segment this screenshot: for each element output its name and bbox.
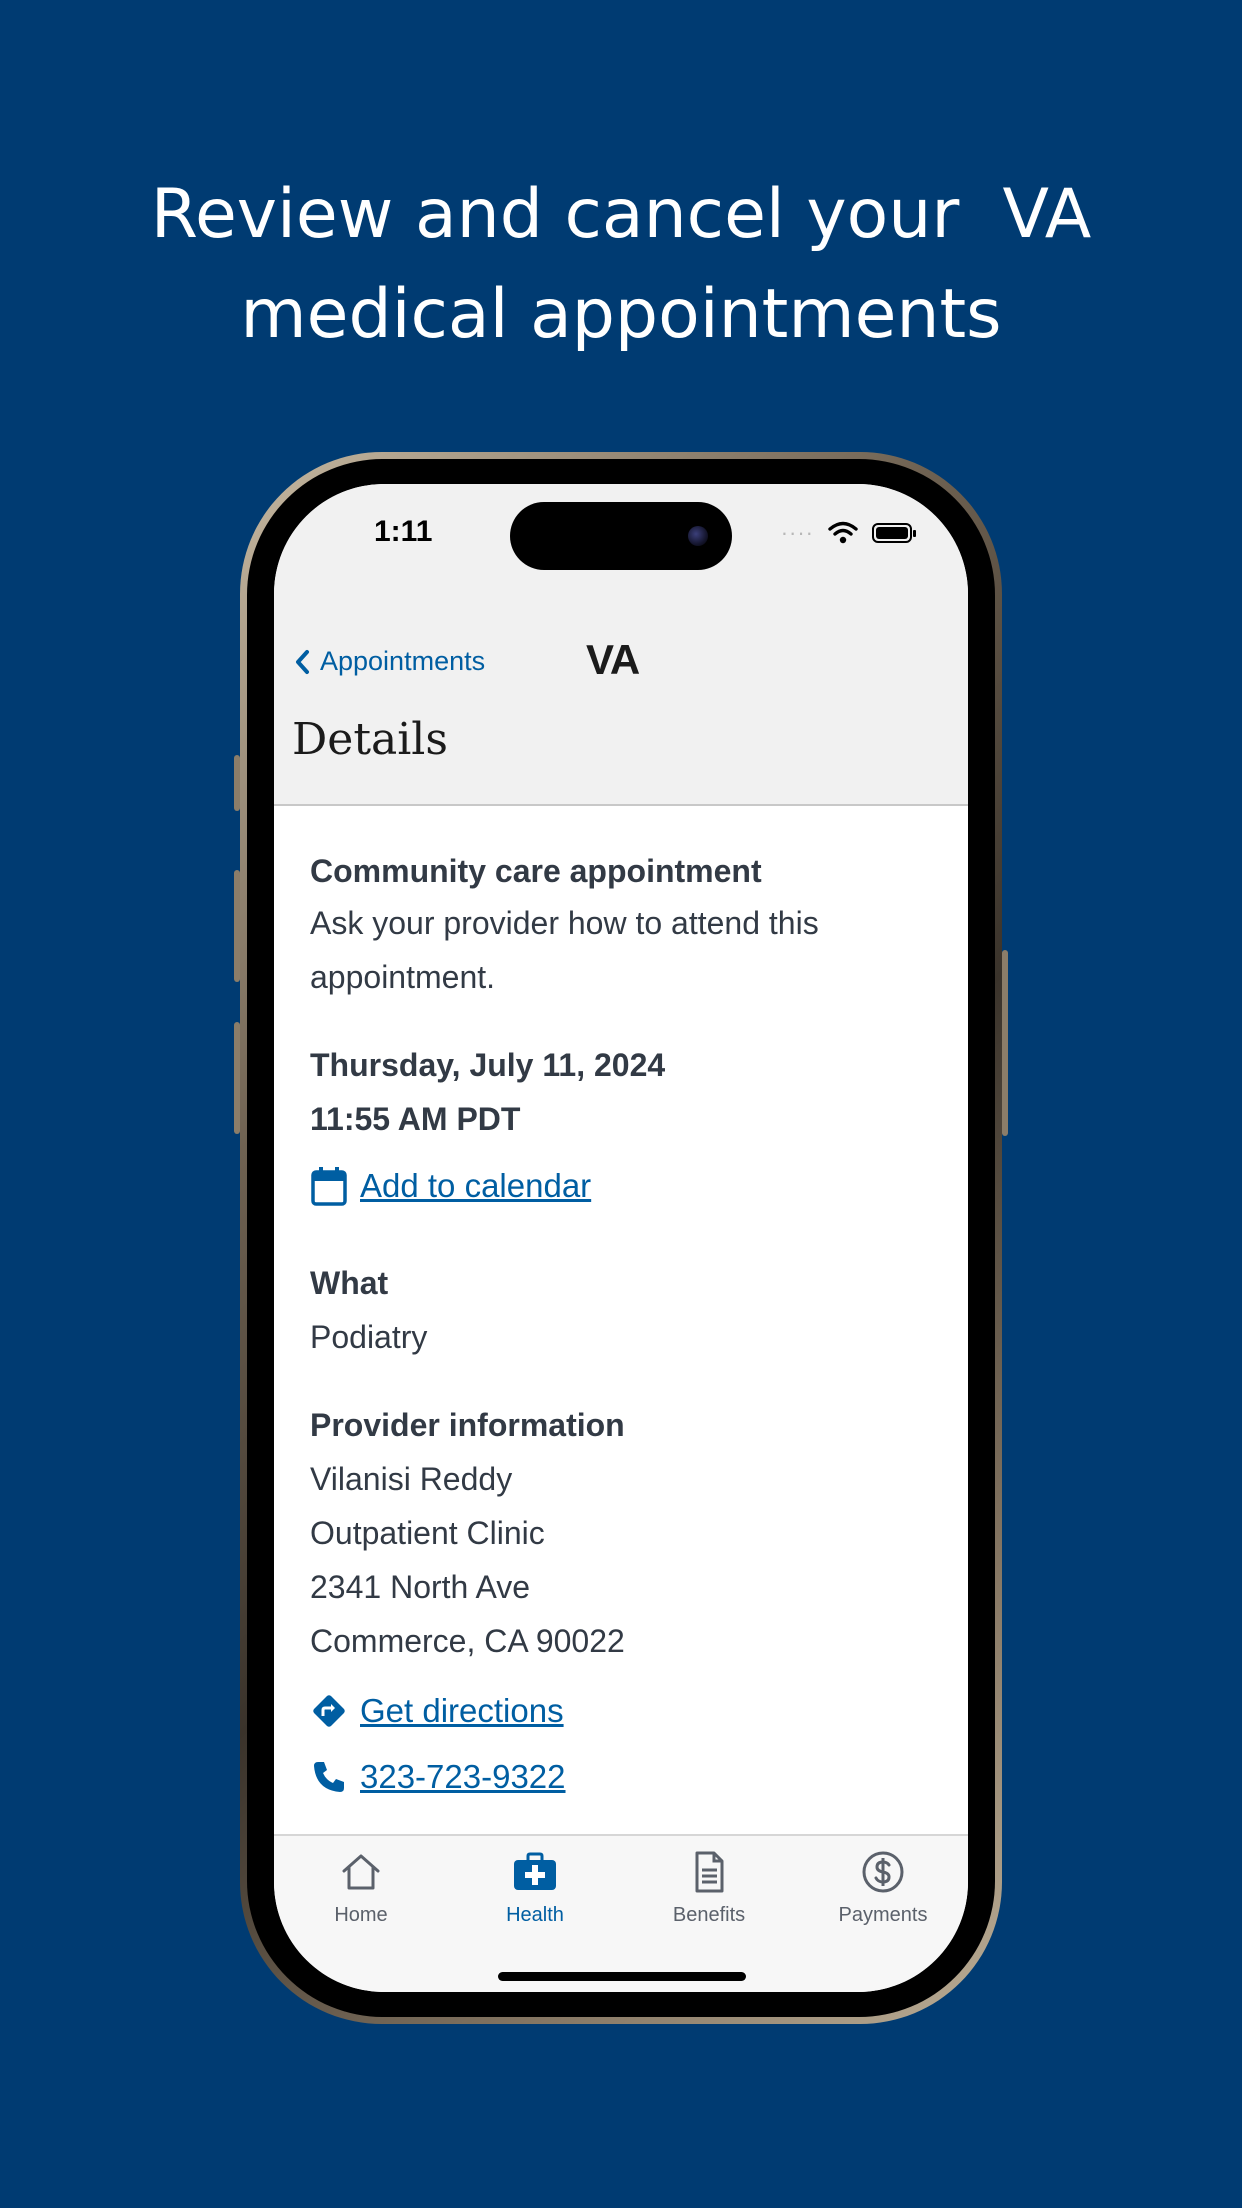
promo-headline-line-1: Review and cancel your VA xyxy=(150,175,1092,254)
provider-city: Commerce, CA 90022 xyxy=(310,1623,625,1659)
appointment-type-note-line-2: appointment. xyxy=(310,959,496,995)
tab-health[interactable]: Health xyxy=(475,1850,595,1927)
tab-benefits-label: Benefits xyxy=(672,1904,746,1926)
add-to-calendar-link[interactable]: Add to calendar xyxy=(310,1166,930,1206)
appointment-type-note-line-1: Ask your provider how to attend this xyxy=(310,905,819,941)
power-button xyxy=(1002,950,1008,1136)
tab-health-label: Health xyxy=(506,1904,564,1926)
tab-home-label: Home xyxy=(334,1904,388,1926)
tab-payments[interactable]: Payments xyxy=(823,1850,943,1927)
wifi-icon xyxy=(828,521,858,544)
get-directions-label: Get directions xyxy=(360,1692,564,1729)
page-title: Details xyxy=(292,714,448,765)
appointment-type-heading: Community care appointment xyxy=(310,853,762,889)
home-indicator[interactable] xyxy=(498,1972,746,1981)
add-to-calendar-label: Add to calendar xyxy=(360,1167,592,1204)
provider-facility: Outpatient Clinic xyxy=(310,1515,545,1551)
tab-payments-label: Payments xyxy=(838,1904,928,1926)
appointment-date: Thursday, July 11, 2024 xyxy=(310,1047,666,1083)
phone-screen: Appointments VA Details 1:11 ···· Commun… xyxy=(274,484,968,1992)
medical-kit-icon xyxy=(514,1852,556,1890)
provider-street: 2341 North Ave xyxy=(310,1569,531,1605)
what-heading: What xyxy=(310,1265,389,1301)
provider-heading: Provider information xyxy=(310,1407,625,1443)
tab-benefits[interactable]: Benefits xyxy=(649,1850,769,1927)
action-button xyxy=(234,755,240,811)
appointment-time: 11:55 AM PDT xyxy=(310,1101,521,1137)
va-logo: VA xyxy=(586,636,640,683)
status-time: 1:11 xyxy=(374,515,433,548)
tab-bar: Home Health Benefits Payments xyxy=(274,1834,968,1992)
dynamic-island xyxy=(510,502,732,570)
phone-number: 323-723-9322 xyxy=(360,1758,566,1795)
calendar-icon xyxy=(311,1167,347,1206)
home-icon xyxy=(342,1854,380,1890)
phone-link[interactable]: 323-723-9322 xyxy=(310,1758,930,1796)
status-icons: ···· xyxy=(780,520,916,546)
get-directions-link[interactable]: Get directions xyxy=(310,1692,930,1730)
document-icon xyxy=(695,1851,724,1893)
volume-up-button xyxy=(234,870,240,982)
back-button[interactable]: Appointments xyxy=(294,646,485,677)
promo-headline: Review and cancel your VA medical appoin… xyxy=(0,165,1242,365)
chevron-left-icon xyxy=(296,649,309,674)
what-value: Podiatry xyxy=(310,1319,428,1355)
volume-down-button xyxy=(234,1022,240,1134)
directions-icon xyxy=(313,1695,345,1727)
tab-home[interactable]: Home xyxy=(301,1850,421,1927)
appointment-details: Community care appointment Ask your prov… xyxy=(310,844,930,1796)
provider-name: Vilanisi Reddy xyxy=(310,1461,513,1497)
phone-icon xyxy=(314,1762,344,1792)
battery-icon xyxy=(872,523,916,543)
back-button-label: Appointments xyxy=(320,646,486,676)
dollar-circle-icon xyxy=(862,1851,904,1893)
cellular-signal-icon: ···· xyxy=(780,520,814,545)
camera-icon xyxy=(688,526,708,546)
promo-headline-line-2: medical appointments xyxy=(240,275,1002,354)
